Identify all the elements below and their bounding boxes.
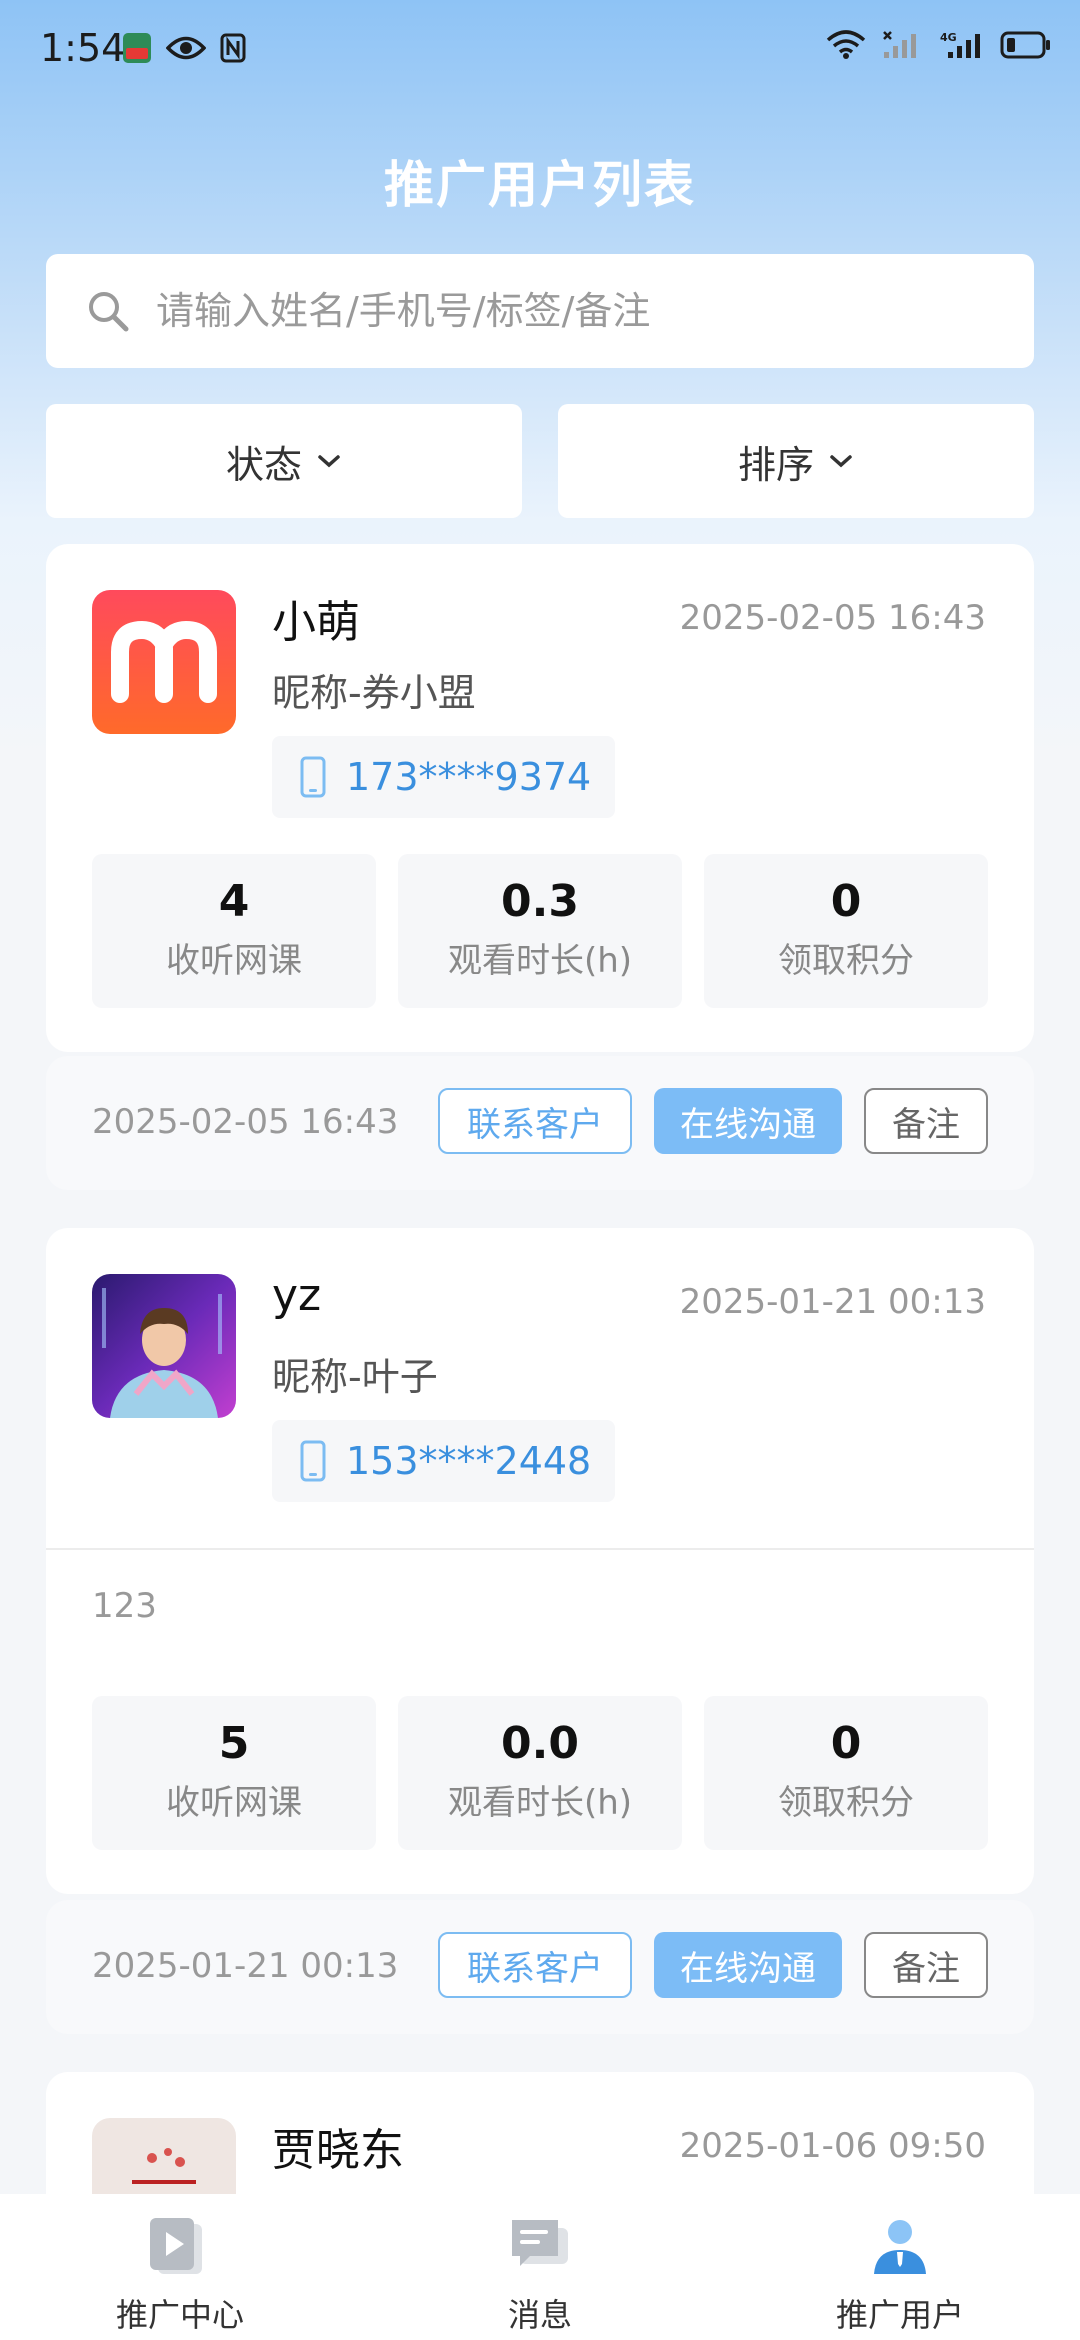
user-date: 2025-01-21 00:13 bbox=[679, 1282, 986, 1322]
stat-points: 0 领取积分 bbox=[704, 1696, 988, 1850]
stat-label: 收听网课 bbox=[166, 1783, 302, 1823]
user-card[interactable]: 小萌 2025-02-05 16:43 昵称-券小盟 173****9374 4… bbox=[46, 544, 1034, 1052]
user-nickname: 昵称-叶子 bbox=[272, 1355, 438, 1399]
user-name: yz bbox=[272, 1270, 322, 1321]
tab-promotion-center[interactable]: 推广中心 bbox=[0, 2194, 360, 2340]
search-bar[interactable] bbox=[46, 254, 1034, 368]
phone-chip[interactable]: 153****2448 bbox=[272, 1420, 616, 1502]
phone-icon bbox=[300, 1440, 326, 1482]
signal-4g-icon: 4G bbox=[940, 30, 984, 64]
sort-filter-label: 排序 bbox=[737, 442, 814, 487]
phone-number: 173****9374 bbox=[346, 755, 592, 799]
contact-customer-button[interactable]: 联系客户 bbox=[438, 1088, 632, 1154]
chat-icon bbox=[512, 2220, 568, 2266]
contact-customer-button[interactable]: 联系客户 bbox=[438, 1932, 632, 1998]
stat-value: 5 bbox=[218, 1718, 250, 1769]
tab-label: 推广中心 bbox=[115, 2296, 244, 2334]
status-filter-label: 状态 bbox=[225, 442, 302, 487]
battery-icon bbox=[1000, 30, 1052, 64]
svg-text:4G: 4G bbox=[940, 31, 957, 44]
eye-icon bbox=[165, 33, 207, 67]
stat-points: 0 领取积分 bbox=[704, 854, 988, 1008]
user-nickname: 昵称-券小盟 bbox=[272, 671, 476, 715]
phone-number: 153****2448 bbox=[346, 1439, 592, 1483]
stat-courses: 5 收听网课 bbox=[92, 1696, 376, 1850]
card-footer: 2025-02-05 16:43 联系客户 在线沟通 备注 bbox=[46, 1056, 1034, 1190]
tab-label: 消息 bbox=[507, 2296, 572, 2334]
stat-label: 观看时长(h) bbox=[447, 1783, 633, 1823]
sort-filter-dropdown[interactable]: 排序 bbox=[558, 404, 1034, 518]
footer-date: 2025-02-05 16:43 bbox=[92, 1102, 399, 1142]
stat-label: 领取积分 bbox=[778, 941, 914, 981]
tab-promoted-users[interactable]: 推广用户 bbox=[720, 2194, 1080, 2340]
phone-icon bbox=[300, 756, 326, 798]
user-date: 2025-01-06 09:50 bbox=[679, 2126, 986, 2166]
stat-watch-hours: 0.3 观看时长(h) bbox=[398, 854, 682, 1008]
stat-value: 0 bbox=[830, 1718, 862, 1769]
card-footer: 2025-01-21 00:13 联系客户 在线沟通 备注 bbox=[46, 1900, 1034, 2034]
app-notification-icon bbox=[122, 32, 152, 68]
stat-value: 4 bbox=[218, 876, 250, 927]
online-chat-button[interactable]: 在线沟通 bbox=[654, 1088, 842, 1154]
nfc-icon bbox=[220, 33, 246, 67]
tab-label: 推广用户 bbox=[835, 2296, 964, 2334]
search-icon bbox=[89, 292, 129, 332]
user-icon bbox=[874, 2220, 926, 2274]
online-chat-button[interactable]: 在线沟通 bbox=[654, 1932, 842, 1998]
note-button[interactable]: 备注 bbox=[864, 1088, 988, 1154]
stat-label: 观看时长(h) bbox=[447, 941, 633, 981]
stat-watch-hours: 0.0 观看时长(h) bbox=[398, 1696, 682, 1850]
avatar[interactable] bbox=[92, 590, 236, 734]
chevron-down-icon bbox=[318, 455, 340, 468]
stat-label: 领取积分 bbox=[778, 1783, 914, 1823]
divider bbox=[46, 1548, 1034, 1550]
status-filter-dropdown[interactable]: 状态 bbox=[46, 404, 522, 518]
wifi-icon bbox=[826, 30, 866, 64]
signal-off-icon bbox=[882, 30, 924, 64]
bottom-tab-bar: 推广中心 消息 推广用户 bbox=[0, 2194, 1080, 2340]
stat-value: 0.0 bbox=[501, 1718, 579, 1769]
user-card[interactable]: yz 2025-01-21 00:13 昵称-叶子 153****2448 12… bbox=[46, 1228, 1034, 1894]
stat-label: 收听网课 bbox=[166, 941, 302, 981]
search-input[interactable] bbox=[154, 288, 978, 334]
user-date: 2025-02-05 16:43 bbox=[679, 598, 986, 638]
page-title: 推广用户列表 bbox=[384, 156, 696, 214]
footer-date: 2025-01-21 00:13 bbox=[92, 1946, 399, 1986]
stat-value: 0 bbox=[830, 876, 862, 927]
user-remark: 123 bbox=[92, 1586, 157, 1626]
status-time: 1:54 bbox=[40, 26, 126, 70]
user-name: 小萌 bbox=[272, 597, 360, 648]
tab-messages[interactable]: 消息 bbox=[360, 2194, 720, 2340]
stat-courses: 4 收听网课 bbox=[92, 854, 376, 1008]
chevron-down-icon bbox=[830, 455, 852, 468]
avatar[interactable] bbox=[92, 1274, 236, 1418]
status-bar: 1:54 4G bbox=[0, 0, 1080, 100]
note-button[interactable]: 备注 bbox=[864, 1932, 988, 1998]
user-name: 贾晓东 bbox=[272, 2125, 404, 2176]
play-icon bbox=[150, 2218, 202, 2274]
stat-value: 0.3 bbox=[501, 876, 579, 927]
phone-chip[interactable]: 173****9374 bbox=[272, 736, 616, 818]
